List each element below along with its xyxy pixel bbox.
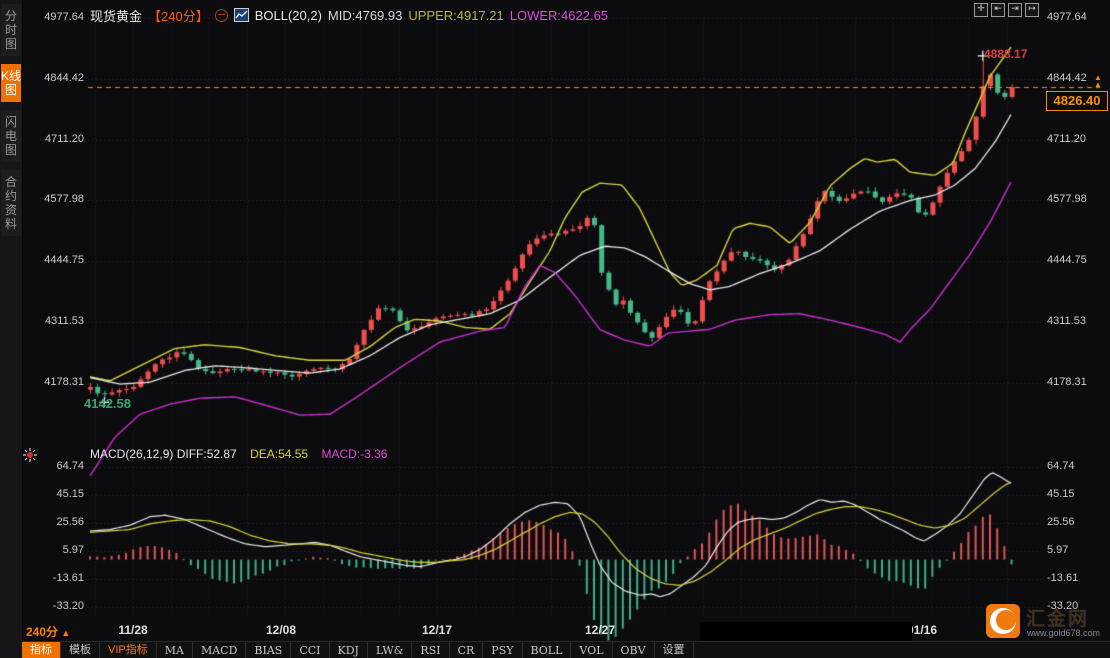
zoom-out-horizontal-icon[interactable]: ⇤ xyxy=(991,3,1005,17)
tab-macd[interactable]: MACD xyxy=(193,642,246,658)
price-axis-label-left: 4444.75 xyxy=(34,254,84,266)
bottom-timeframe-label[interactable]: 240分 ▲ xyxy=(26,623,70,640)
date-axis-label: 12/27 xyxy=(585,623,615,637)
price-axis-label-left: 5.97 xyxy=(34,544,84,556)
price-up-arrows-icon: ▲▲ xyxy=(1094,74,1102,88)
tab-template[interactable]: 模板 xyxy=(61,642,100,658)
tab-settings[interactable]: 设置 xyxy=(655,642,694,658)
macd-dea-value: DEA:54.55 xyxy=(250,447,308,461)
tab-kdj[interactable]: KDJ xyxy=(330,642,368,658)
site-logo: 汇金网 www.gold678.com xyxy=(986,602,1106,642)
price-axis-label-right: 4577.98 xyxy=(1047,193,1107,205)
sidebar-item-time-chart[interactable]: 分时图 xyxy=(1,4,21,56)
price-axis-label-left: 64.74 xyxy=(34,460,84,472)
pan-right-icon[interactable]: ↦ xyxy=(1025,3,1039,17)
price-axis-label-right: 5.97 xyxy=(1047,544,1107,556)
logo-name: 汇金网 xyxy=(1026,604,1089,631)
tab-rsi[interactable]: RSI xyxy=(412,642,449,658)
price-axis-label-left: 4977.64 xyxy=(34,11,84,23)
indicator-toolbar: 指标 模板 VIP指标 MA MACD BIAS CCI KDJ LW& RSI… xyxy=(22,641,1110,658)
price-axis-label-left: -33.20 xyxy=(34,600,84,612)
boll-params: BOLL(20,2) xyxy=(255,8,322,23)
zoom-in-horizontal-icon[interactable]: ⇥ xyxy=(1008,3,1022,17)
price-axis-label-left: 4844.42 xyxy=(34,72,84,84)
price-axis-label-right: 64.74 xyxy=(1047,460,1107,472)
price-axis-label-right: 25.56 xyxy=(1047,516,1107,528)
sidebar-item-kline-chart[interactable]: K线图 xyxy=(1,64,21,102)
date-axis-label: 11/28 xyxy=(118,623,147,637)
logo-url: www.gold678.com xyxy=(1027,628,1100,638)
timeframe-label: 【240分】 xyxy=(148,6,209,25)
current-price-tag: 4826.40 xyxy=(1046,91,1108,111)
symbol-name: 现货黄金 xyxy=(90,6,142,25)
tab-cr[interactable]: CR xyxy=(450,642,484,658)
logo-icon xyxy=(986,604,1020,638)
price-axis-label-right: 45.15 xyxy=(1047,488,1107,500)
tab-psy[interactable]: PSY xyxy=(483,642,522,658)
price-axis-label-left: 4711.20 xyxy=(34,133,84,145)
price-axis-label-right: 4178.31 xyxy=(1047,376,1107,388)
macd-value: MACD:-3.36 xyxy=(321,447,387,461)
chart-tools: ✛ ⇤ ⇥ ↦ xyxy=(974,3,1039,17)
price-axis-label-right: 4444.75 xyxy=(1047,254,1107,266)
price-axis-label-right: -13.61 xyxy=(1047,572,1107,584)
boll-lower-value: LOWER:4622.65 xyxy=(510,8,608,23)
macd-params-diff: MACD(26,12,9) DIFF:52.87 xyxy=(90,447,237,461)
price-axis-label-left: 4577.98 xyxy=(34,193,84,205)
boll-upper-value: UPPER:4917.21 xyxy=(408,8,503,23)
tab-lw[interactable]: LW& xyxy=(368,642,412,658)
chart-header: 现货黄金 【240分】 BOLL(20,2) MID:4769.93 UPPER… xyxy=(90,7,608,23)
tab-vip-indicator[interactable]: VIP指标 xyxy=(100,642,157,658)
tab-boll[interactable]: BOLL xyxy=(523,642,572,658)
tab-bias[interactable]: BIAS xyxy=(246,642,291,658)
date-axis-label: 12/08 xyxy=(266,623,296,637)
boll-mid-value: MID:4769.93 xyxy=(328,8,402,23)
main-chart-canvas[interactable] xyxy=(0,0,1110,658)
tab-cci[interactable]: CCI xyxy=(291,642,329,658)
trading-app-window: 分时图 K线图 闪电图 合约资料 现货黄金 【240分】 BOLL(20,2) … xyxy=(0,0,1110,658)
chart-type-sidebar: 分时图 K线图 闪电图 合约资料 xyxy=(0,0,23,658)
price-axis-label-right: 4711.20 xyxy=(1047,133,1107,145)
price-axis-label-right: 4977.64 xyxy=(1047,11,1107,23)
hot-indicator-icon[interactable] xyxy=(23,448,37,462)
sidebar-item-contract-info[interactable]: 合约资料 xyxy=(1,170,21,236)
tab-vol[interactable]: VOL xyxy=(571,642,612,658)
collapse-icon[interactable] xyxy=(215,9,228,22)
price-axis-label-left: 25.56 xyxy=(34,516,84,528)
session-high-label: 4888.17 xyxy=(984,47,1027,61)
tab-ma[interactable]: MA xyxy=(157,642,193,658)
price-axis-label-left: 45.15 xyxy=(34,488,84,500)
price-axis-label-left: 4178.31 xyxy=(34,376,84,388)
price-axis-label-left: 4311.53 xyxy=(34,315,84,327)
tab-indicator[interactable]: 指标 xyxy=(22,642,61,658)
date-axis-label: 12/17 xyxy=(422,623,452,637)
blackout-overlay xyxy=(700,622,912,643)
macd-header: MACD(26,12,9) DIFF:52.87 DEA:54.55 MACD:… xyxy=(90,447,387,461)
tab-obv[interactable]: OBV xyxy=(613,642,655,658)
session-low-label: 4142.58 xyxy=(84,396,131,411)
price-axis-label-left: -13.61 xyxy=(34,572,84,584)
indicator-chart-icon[interactable] xyxy=(234,8,249,22)
sidebar-item-lightning-chart[interactable]: 闪电图 xyxy=(1,110,21,162)
price-axis-label-right: 4311.53 xyxy=(1047,315,1107,327)
crosshair-tool-icon[interactable]: ✛ xyxy=(974,3,988,17)
